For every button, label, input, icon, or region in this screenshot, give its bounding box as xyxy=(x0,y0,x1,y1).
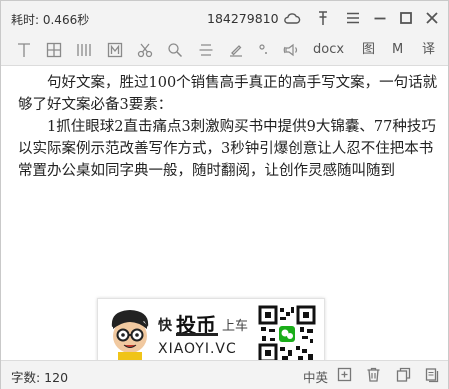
watermark: 快 投币 上车 XIAOYI.VC xyxy=(97,298,325,368)
maximize-icon[interactable] xyxy=(397,9,415,27)
table-icon[interactable] xyxy=(45,41,63,59)
docx-export-button[interactable]: docx xyxy=(313,41,344,59)
edit-icon[interactable] xyxy=(227,41,245,59)
document-id: 184279810 xyxy=(207,11,279,26)
minimize-icon[interactable] xyxy=(371,9,389,27)
status-bar: 字数: 120 中英 xyxy=(1,360,448,389)
document-text[interactable]: 句好文案，胜过100个销售高手真正的高手写文案，一句话就够了好文案必备3要素： … xyxy=(18,72,438,182)
watermark-text-car: 上车 xyxy=(222,319,249,334)
pages-icon[interactable] xyxy=(424,366,441,383)
speaker-icon[interactable] xyxy=(283,41,301,59)
text-cursor-icon[interactable] xyxy=(15,41,33,59)
word-count: 字数: 120 xyxy=(11,370,69,385)
delete-icon[interactable] xyxy=(365,366,382,383)
add-page-icon[interactable] xyxy=(336,366,353,383)
close-icon[interactable] xyxy=(423,9,441,27)
paragraph: 1抓住眼球2直击痛点3刺激购买书中提供9大锦囊、77种技巧以实际案例示范改善写作… xyxy=(18,119,436,179)
language-toggle[interactable]: 中英 xyxy=(303,367,328,386)
align-icon[interactable] xyxy=(197,41,215,59)
image-button[interactable]: 图 xyxy=(362,41,375,59)
paragraph: 句好文案，胜过100个销售高手真正的高手写文案，一句话就够了好文案必备3要素： xyxy=(18,75,438,113)
translate-button[interactable]: 译 xyxy=(422,41,435,59)
toolbar: docx 图 M 译 xyxy=(1,35,448,66)
pin-icon[interactable] xyxy=(314,9,332,27)
columns-icon[interactable] xyxy=(75,41,93,59)
merge-icon[interactable] xyxy=(106,41,124,59)
cut-icon[interactable] xyxy=(136,41,154,59)
watermark-domain: XIAOYI.VC xyxy=(158,341,237,357)
title-bar: 耗时: 0.466秒 184279810 xyxy=(1,1,448,35)
search-icon[interactable] xyxy=(166,41,184,59)
elapsed-time-label: 耗时: 0.466秒 xyxy=(11,13,90,27)
m-button[interactable]: M xyxy=(392,41,403,59)
copy-icon[interactable] xyxy=(395,366,412,383)
app-window: 耗时: 0.466秒 184279810 docx 图 M 译 句好文案，胜过1… xyxy=(0,0,449,389)
cloud-icon[interactable] xyxy=(283,9,301,27)
watermark-text-fast: 快 xyxy=(158,318,172,334)
menu-icon[interactable] xyxy=(344,9,362,27)
degree-icon[interactable] xyxy=(255,41,273,59)
avatar-logo xyxy=(111,310,149,361)
brand-underline xyxy=(176,333,218,336)
qr-code-icon xyxy=(258,305,316,363)
